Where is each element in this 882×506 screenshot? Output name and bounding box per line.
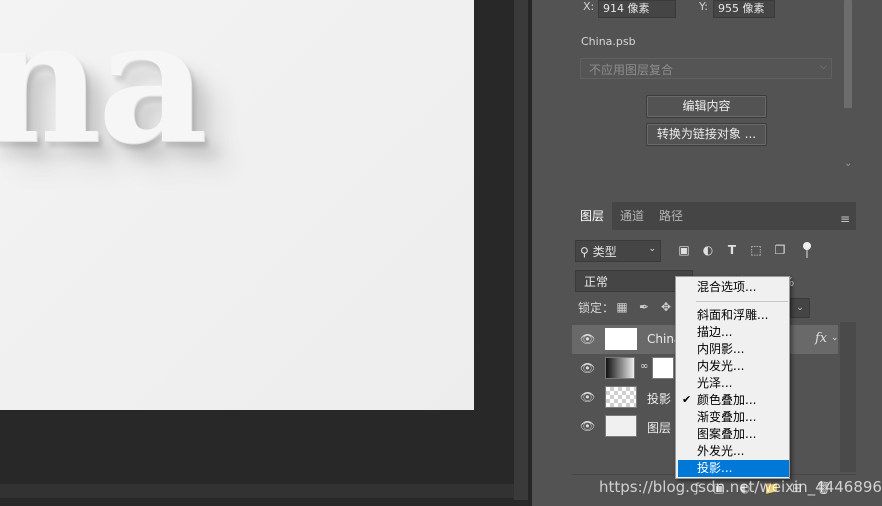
filter-toggle-icon[interactable] <box>803 242 811 250</box>
fx-icon[interactable]: fx <box>815 331 827 346</box>
filter-kind-label: 类型 <box>592 245 617 259</box>
horizontal-scrollbar[interactable] <box>0 484 514 498</box>
canvas-area[interactable]: na <box>0 0 514 506</box>
y-label: Y: <box>699 0 708 13</box>
layer-filter-select[interactable]: ⚲ 类型 ⌄ <box>575 240 661 262</box>
layer-thumbnail <box>605 415 637 437</box>
menu-item-inner-shadow[interactable]: 内阴影... <box>676 341 789 358</box>
link-icon[interactable]: ∞ <box>640 361 648 372</box>
menu-item-blending-options[interactable]: 混合选项... <box>676 279 789 296</box>
smart-object-thumbnail <box>605 328 637 350</box>
y-coordinate-field[interactable]: 955 像素 <box>713 0 775 18</box>
lock-paint-icon[interactable]: ✒ <box>637 300 651 314</box>
adjustment-filter-icon[interactable]: ◐ <box>700 242 716 258</box>
layer-name: 投影 <box>647 392 672 406</box>
eye-icon[interactable]: 👁 <box>580 391 596 403</box>
edit-contents-button[interactable]: 编辑内容 <box>646 95 767 118</box>
properties-scroll-thumb[interactable] <box>844 0 852 108</box>
x-coordinate-field[interactable]: 914 像素 <box>598 0 676 18</box>
menu-item-gradient-overlay[interactable]: 渐变叠加... <box>676 409 789 426</box>
transparent-thumbnail <box>605 386 637 408</box>
pixel-filter-icon[interactable]: ▣ <box>676 242 692 258</box>
chevron-down-icon[interactable]: ⌄ <box>831 333 839 343</box>
menu-separator <box>696 301 788 302</box>
menu-item-inner-glow[interactable]: 内发光... <box>676 358 789 375</box>
panel-menu-icon[interactable]: ≡ <box>840 212 850 226</box>
menu-item-drop-shadow[interactable]: 投影... <box>678 460 789 477</box>
gradient-thumbnail <box>605 357 635 379</box>
layer-comp-value: 不应用图层复合 <box>589 63 674 77</box>
layer-comp-select[interactable]: 不应用图层复合 ⌵ <box>580 58 832 79</box>
smart-object-filename: China.psb <box>581 35 636 48</box>
layer-name: 图层 <box>647 421 672 435</box>
menu-item-bevel-emboss[interactable]: 斜面和浮雕... <box>676 307 789 324</box>
menu-item-outer-glow[interactable]: 外发光... <box>676 443 789 460</box>
smart-object-filter-icon[interactable]: ❐ <box>772 242 788 258</box>
type-filter-icon[interactable]: T <box>724 242 740 258</box>
layers-tab-bar: 图层 通道 路径 <box>572 202 856 230</box>
layers-scrollbar[interactable] <box>840 322 856 472</box>
canvas-text: na <box>0 0 208 182</box>
fill-chevron-icon[interactable]: ⌄ <box>790 298 810 318</box>
chevron-down-icon: ⌄ <box>648 244 656 254</box>
search-icon: ⚲ <box>580 245 589 259</box>
chevron-down-icon: ⌵ <box>820 62 827 72</box>
layer-style-menu: 混合选项... 斜面和浮雕... 描边... 内阴影... 内发光... 光泽.… <box>675 276 790 479</box>
watermark: https://blog.csdn.net/weixin_44468963 <box>599 478 882 496</box>
vertical-scrollbar[interactable] <box>514 0 528 500</box>
eye-icon[interactable]: 👁 <box>580 333 596 345</box>
shape-filter-icon[interactable]: ⬚ <box>748 242 764 258</box>
tab-channels[interactable]: 通道 <box>612 202 652 230</box>
lock-label: 锁定： <box>578 301 615 315</box>
menu-item-color-overlay[interactable]: 颜色叠加... <box>676 392 789 409</box>
filter-toggle-stem <box>806 250 808 258</box>
eye-icon[interactable]: 👁 <box>580 362 596 374</box>
convert-to-linked-button[interactable]: 转换为链接对象 ... <box>646 123 767 146</box>
menu-item-pattern-overlay[interactable]: 图案叠加... <box>676 426 789 443</box>
scroll-down-icon[interactable]: ⌄ <box>844 158 852 169</box>
tab-layers[interactable]: 图层 <box>572 202 613 230</box>
menu-item-satin[interactable]: 光泽... <box>676 375 789 392</box>
document-canvas[interactable]: na <box>0 0 474 410</box>
lock-transparency-icon[interactable]: ▦ <box>615 300 629 314</box>
menu-item-stroke[interactable]: 描边... <box>676 324 789 341</box>
eye-icon[interactable]: 👁 <box>580 420 596 432</box>
x-label: X: <box>583 0 595 13</box>
mask-thumbnail <box>652 357 674 379</box>
lock-move-icon[interactable]: ✥ <box>659 300 673 314</box>
tab-paths[interactable]: 路径 <box>651 202 691 230</box>
